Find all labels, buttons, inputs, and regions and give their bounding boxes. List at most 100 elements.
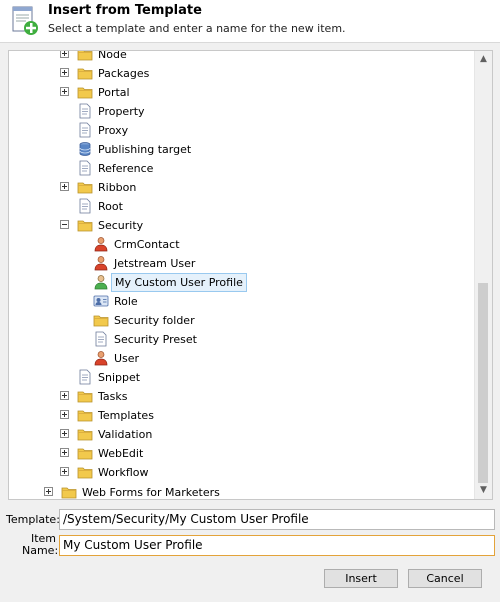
tree-item-publishing-target[interactable]: Publishing target — [9, 140, 475, 159]
tree-item-tasks[interactable]: Tasks — [9, 387, 475, 406]
tree-item-label: Security — [98, 219, 144, 232]
expand-plus-icon[interactable] — [60, 68, 69, 77]
document-icon — [93, 331, 109, 347]
template-tree: Node Packages Portal Property Proxy Publishin… — [9, 51, 475, 499]
scroll-up-arrow-icon[interactable]: ▲ — [475, 51, 492, 68]
expand-plus-icon[interactable] — [60, 448, 69, 457]
tree-item-label: Role — [114, 295, 138, 308]
collapse-minus-icon[interactable] — [60, 220, 69, 229]
tree-item-proxy[interactable]: Proxy — [9, 121, 475, 140]
expand-plus-icon[interactable] — [60, 51, 69, 58]
tree-item-label: User — [114, 352, 140, 365]
folder-icon — [77, 51, 93, 62]
tree-item-label: Snippet — [98, 371, 141, 384]
tree-item-security-folder[interactable]: Security folder — [9, 311, 475, 330]
tree-item-label: My Custom User Profile — [111, 273, 247, 292]
item-name-label: Item Name: — [22, 533, 59, 557]
tree-item-label: Jetstream User — [114, 257, 196, 270]
tree-item-label: Root — [98, 200, 123, 213]
tree-item-node[interactable]: Node — [9, 51, 475, 64]
tree-item-label: CrmContact — [114, 238, 180, 251]
tree-item-label: Validation — [98, 428, 153, 441]
document-icon — [77, 369, 93, 385]
tree-item-label: Property — [98, 105, 145, 118]
tree-item-label: Workflow — [98, 466, 149, 479]
tree-item-label: Portal — [98, 86, 130, 99]
folder-icon — [77, 407, 93, 423]
tree-item-packages[interactable]: Packages — [9, 64, 475, 83]
dialog-subtitle: Select a template and enter a name for t… — [48, 22, 346, 35]
tree-item-label: Templates — [98, 409, 154, 422]
tree-item-label: Packages — [98, 67, 150, 80]
template-label: Template: — [6, 513, 60, 526]
database-icon — [77, 141, 93, 157]
folder-icon — [77, 179, 93, 195]
tree-item-portal[interactable]: Portal — [9, 83, 475, 102]
user-green-icon — [93, 274, 109, 290]
tree-item-security-preset[interactable]: Security Preset — [9, 330, 475, 349]
tree-item-label: Web Forms for Marketers — [82, 486, 220, 499]
tree-item-jetstream-user[interactable]: Jetstream User — [9, 254, 475, 273]
folder-icon — [77, 464, 93, 480]
tree-item-ribbon[interactable]: Ribbon — [9, 178, 475, 197]
document-icon — [77, 160, 93, 176]
tree-item-web-forms-for-marketers[interactable]: Web Forms for Marketers — [9, 483, 475, 499]
tree-item-security[interactable]: Security — [9, 216, 475, 235]
folder-icon — [77, 84, 93, 100]
tree-item-label: Reference — [98, 162, 154, 175]
tree-item-label: Tasks — [98, 390, 128, 403]
tree-item-my-custom-user-profile[interactable]: My Custom User Profile — [9, 273, 475, 292]
tree-item-crmcontact[interactable]: CrmContact — [9, 235, 475, 254]
cancel-button[interactable]: Cancel — [408, 569, 482, 588]
role-icon — [93, 293, 109, 309]
tree-item-role[interactable]: Role — [9, 292, 475, 311]
expand-plus-icon[interactable] — [60, 391, 69, 400]
tree-item-label: WebEdit — [98, 447, 144, 460]
template-tree-panel: Node Packages Portal Property Proxy Publishin… — [8, 50, 493, 500]
folder-icon — [93, 312, 109, 328]
tree-item-label: Security folder — [114, 314, 195, 327]
item-name-input[interactable]: My Custom User Profile — [59, 535, 495, 556]
dialog-title: Insert from Template — [48, 3, 202, 18]
folder-icon — [77, 217, 93, 233]
user-icon — [93, 255, 109, 271]
tree-item-root[interactable]: Root — [9, 197, 475, 216]
tree-item-label: Proxy — [98, 124, 129, 137]
folder-icon — [61, 484, 77, 499]
expand-plus-icon[interactable] — [60, 467, 69, 476]
insert-template-icon — [12, 6, 38, 35]
user-icon — [93, 350, 109, 366]
tree-item-property[interactable]: Property — [9, 102, 475, 121]
folder-icon — [77, 65, 93, 81]
document-icon — [77, 103, 93, 119]
template-path-field[interactable]: /System/Security/My Custom User Profile — [59, 509, 495, 530]
tree-item-webedit[interactable]: WebEdit — [9, 444, 475, 463]
folder-icon — [77, 388, 93, 404]
expand-plus-icon[interactable] — [60, 87, 69, 96]
tree-item-label: Publishing target — [98, 143, 192, 156]
tree-item-label: Ribbon — [98, 181, 137, 194]
insert-button[interactable]: Insert — [324, 569, 398, 588]
scroll-down-arrow-icon[interactable]: ▼ — [475, 482, 492, 499]
scroll-thumb[interactable] — [478, 283, 488, 483]
expand-plus-icon[interactable] — [44, 487, 53, 496]
tree-item-user[interactable]: User — [9, 349, 475, 368]
tree-item-label: Security Preset — [114, 333, 197, 346]
expand-plus-icon[interactable] — [60, 410, 69, 419]
tree-item-validation[interactable]: Validation — [9, 425, 475, 444]
document-icon — [77, 122, 93, 138]
folder-icon — [77, 426, 93, 442]
user-icon — [93, 236, 109, 252]
tree-item-label: Node — [98, 51, 127, 61]
tree-item-reference[interactable]: Reference — [9, 159, 475, 178]
expand-plus-icon[interactable] — [60, 429, 69, 438]
folder-icon — [77, 445, 93, 461]
tree-item-snippet[interactable]: Snippet — [9, 368, 475, 387]
tree-item-templates[interactable]: Templates — [9, 406, 475, 425]
document-icon — [77, 198, 93, 214]
expand-plus-icon[interactable] — [60, 182, 69, 191]
tree-item-workflow[interactable]: Workflow — [9, 463, 475, 482]
item-name-label-line2: Name: — [22, 544, 59, 557]
dialog-header: Insert from Template Select a template a… — [0, 0, 500, 43]
tree-scrollbar[interactable]: ▲ ▼ — [474, 51, 492, 499]
